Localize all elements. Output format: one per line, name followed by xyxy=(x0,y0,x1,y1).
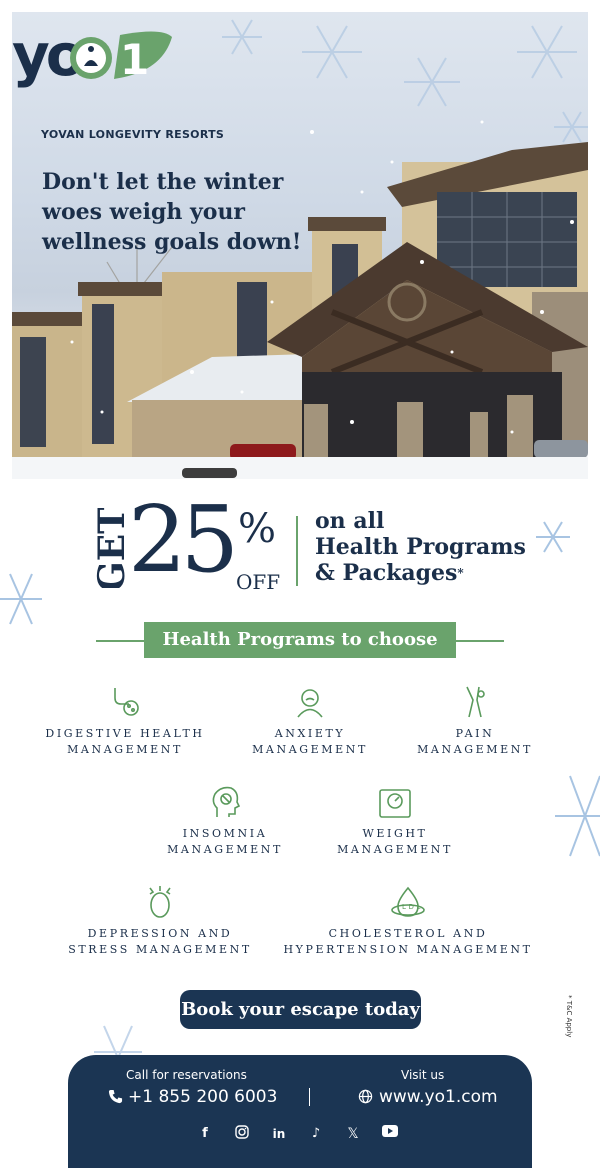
visit-label: Visit us xyxy=(401,1068,445,1082)
banner-line-left xyxy=(96,640,146,642)
reservations-label: Call for reservations xyxy=(126,1068,247,1082)
program-depression: DEPRESSION AND STRESS MANAGEMENT xyxy=(60,884,260,958)
facebook-icon[interactable]: f xyxy=(196,1125,214,1143)
program-insomnia: INSOMNIA MANAGEMENT xyxy=(150,784,300,858)
brand-subtitle: YOVAN LONGEVITY RESORTS xyxy=(41,128,225,141)
terms-note: * T&C Apply xyxy=(565,995,573,1038)
phone-icon xyxy=(108,1089,123,1104)
offer-description: on all Health Programs & Packages* xyxy=(315,508,535,586)
programs-banner: Health Programs to choose from xyxy=(144,622,456,686)
banner-line-right xyxy=(454,640,504,642)
program-anxiety: ANXIETY MANAGEMENT xyxy=(240,684,380,758)
off-label: OFF xyxy=(236,570,281,594)
snowflake-decoration-right-large xyxy=(555,775,600,857)
hero-banner: yo 1 YOVAN LONGEVITY RESORTS Don't let t… xyxy=(12,12,588,479)
weighing-scale-icon xyxy=(379,789,411,818)
tiktok-icon[interactable]: ♪ xyxy=(307,1125,325,1143)
contact-divider xyxy=(309,1088,310,1106)
youtube-icon[interactable] xyxy=(381,1125,399,1143)
program-digestive: DIGESTIVE HEALTH MANAGEMENT xyxy=(40,684,210,758)
svg-text:1: 1 xyxy=(120,35,149,84)
cholesterol-ldl-icon: LDL xyxy=(391,886,425,917)
snowflake-decoration-bottom xyxy=(94,1025,142,1058)
insomnia-head-icon xyxy=(212,786,241,817)
offer-line-2: Health Programs xyxy=(315,534,526,560)
program-pain: PAIN MANAGEMENT xyxy=(410,684,540,758)
program-cholesterol: LDL CHOLESTEROL AND HYPERTENSION MANAGEME… xyxy=(280,884,536,958)
svg-text:GET: GET xyxy=(91,508,133,588)
svg-text:LDL: LDL xyxy=(402,903,423,911)
book-escape-button[interactable]: Book your escape today xyxy=(180,990,421,1029)
discount-percent: 25 xyxy=(128,486,239,593)
snowflake-decoration-right xyxy=(536,521,570,553)
offer-divider xyxy=(296,516,298,586)
contact-footer: Call for reservations +1 855 200 6003 Vi… xyxy=(68,1055,532,1168)
knee-joint-icon xyxy=(466,686,485,718)
globe-icon xyxy=(358,1089,373,1104)
offer-line-1: on all xyxy=(315,508,385,534)
offer-line-3: & Packages* xyxy=(315,560,464,586)
stressed-head-icon xyxy=(149,886,171,918)
snowflake-decoration-left xyxy=(0,573,42,625)
brand-logo: yo 1 xyxy=(12,21,172,89)
percent-sign: % xyxy=(238,506,277,552)
anxiety-icon xyxy=(297,689,323,718)
linkedin-icon[interactable]: in xyxy=(270,1125,288,1143)
phone-number[interactable]: +1 855 200 6003 xyxy=(108,1087,277,1107)
instagram-icon[interactable] xyxy=(233,1125,251,1143)
digestive-icon xyxy=(114,688,139,716)
program-weight: WEIGHT MANAGEMENT xyxy=(320,784,470,858)
x-icon[interactable]: 𝕏 xyxy=(344,1125,362,1143)
hero-headline: Don't let the winter woes weigh your wel… xyxy=(42,169,302,255)
website-link[interactable]: www.yo1.com xyxy=(358,1087,498,1107)
